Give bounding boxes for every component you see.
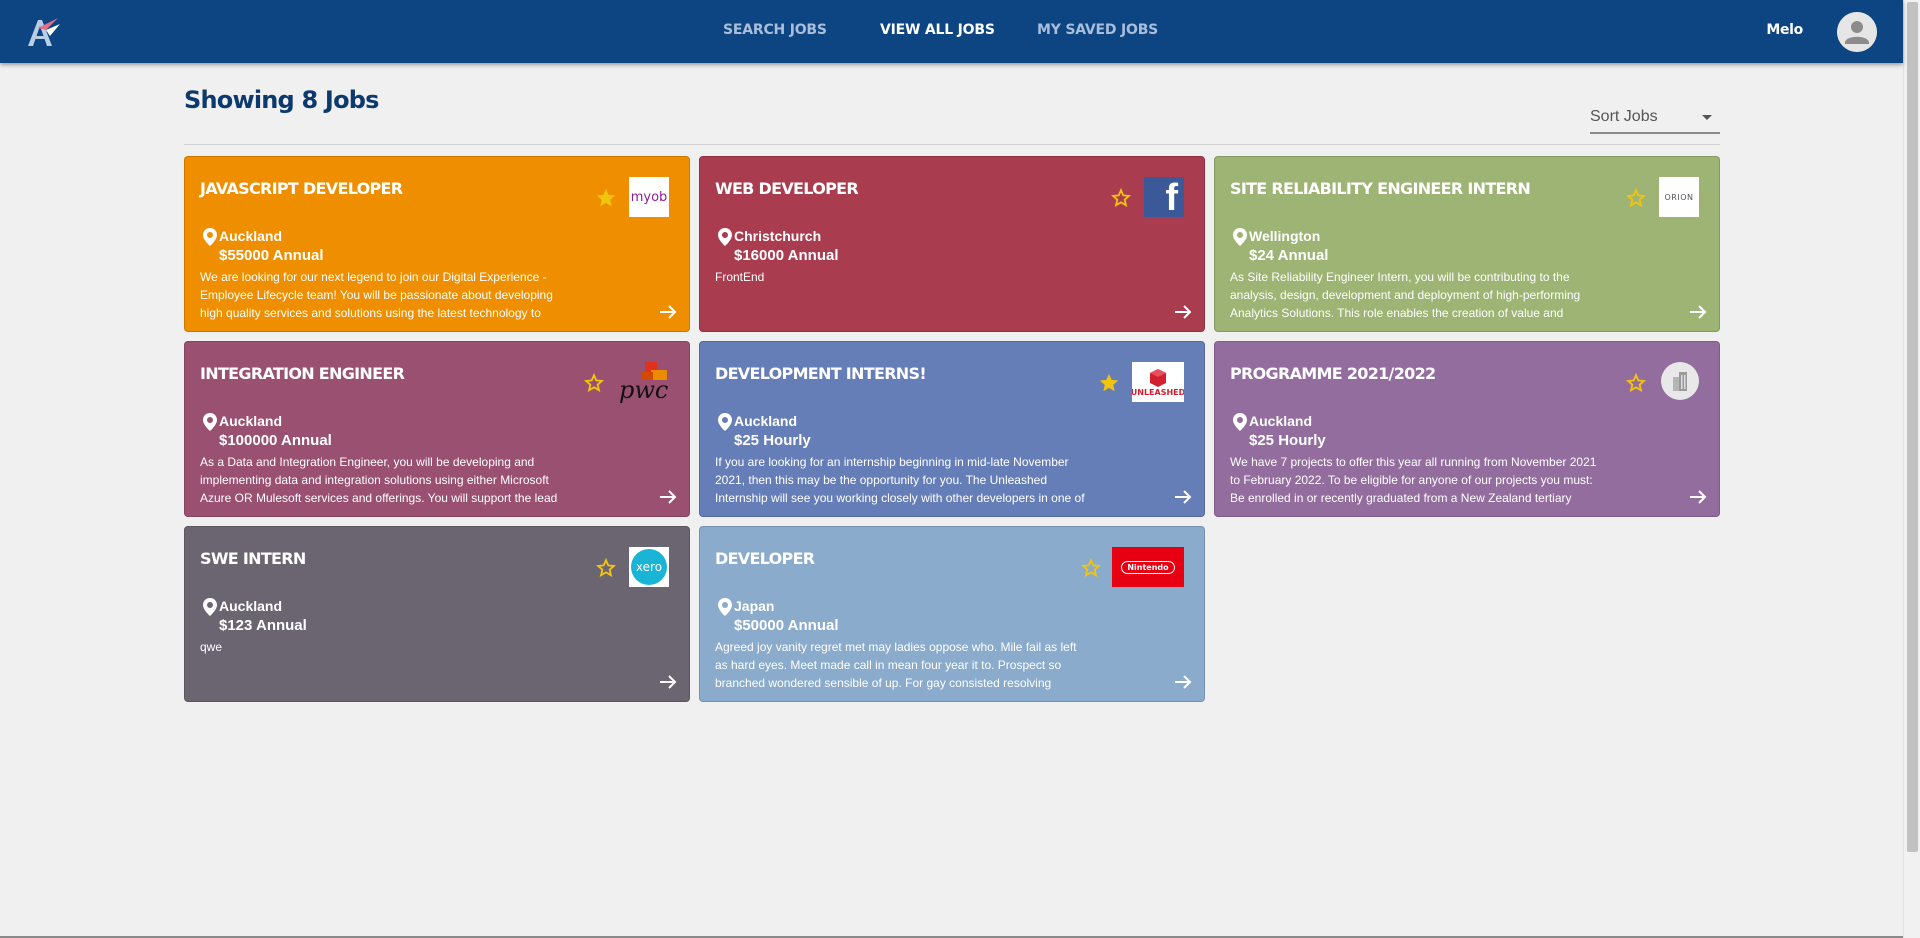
- job-salary: $55000 Annual: [219, 247, 324, 264]
- job-location: Wellington: [1249, 228, 1321, 244]
- job-location: Auckland: [1249, 413, 1313, 429]
- scrollbar-thumb[interactable]: [1907, 2, 1918, 852]
- job-salary: $123 Annual: [219, 617, 307, 634]
- building-icon: [1673, 372, 1687, 391]
- vertical-scrollbar[interactable]: [1903, 0, 1920, 938]
- star-outline-icon[interactable]: [1080, 557, 1102, 579]
- avatar[interactable]: [1837, 12, 1877, 52]
- location-pin-icon: [718, 598, 732, 616]
- job-salary: $24 Annual: [1249, 247, 1329, 264]
- user-name[interactable]: Melo: [1766, 22, 1803, 38]
- job-card[interactable]: SITE RELIABILITY ENGINEER INTERN ORION W…: [1214, 156, 1720, 332]
- job-salary: $100000 Annual: [219, 432, 332, 449]
- location-pin-icon: [203, 598, 217, 616]
- main-nav: SEARCH JOBS VIEW ALL JOBS MY SAVED JOBS: [0, 0, 1903, 63]
- job-location: Auckland: [219, 413, 283, 429]
- job-salary: $50000 Annual: [734, 617, 839, 634]
- job-card[interactable]: WEB DEVELOPER f Christchurch $16000 Annu…: [699, 156, 1205, 332]
- company-logo-nintendo: Nintendo: [1112, 547, 1184, 587]
- arrow-right-icon[interactable]: [659, 303, 677, 321]
- company-logo-xero: xero: [629, 547, 669, 587]
- job-description: qwe: [200, 640, 223, 654]
- company-logo-building: [1661, 362, 1699, 400]
- job-card[interactable]: INTEGRATION ENGINEER pwc Auckland $10000…: [184, 341, 690, 517]
- job-card[interactable]: DEVELOPER Nintendo Japan $50000 Annual A…: [699, 526, 1205, 702]
- job-salary: $16000 Annual: [734, 247, 839, 264]
- job-salary: $25 Hourly: [1249, 432, 1326, 449]
- job-description: FrontEnd: [715, 270, 765, 284]
- arrow-right-icon[interactable]: [1689, 303, 1707, 321]
- nav-view-all-jobs[interactable]: VIEW ALL JOBS: [880, 22, 995, 38]
- job-location: Auckland: [219, 598, 283, 614]
- chevron-down-icon: [1702, 115, 1712, 120]
- arrow-right-icon[interactable]: [659, 488, 677, 506]
- app-root: SEARCH JOBS VIEW ALL JOBS MY SAVED JOBS …: [0, 0, 1920, 938]
- job-title: DEVELOPMENT INTERNS!: [715, 364, 927, 383]
- job-description: We have 7 projects to offer this year al…: [1230, 455, 1597, 505]
- job-location: Auckland: [219, 228, 283, 244]
- star-outline-icon[interactable]: [1625, 372, 1647, 394]
- nav-search-jobs[interactable]: SEARCH JOBS: [723, 22, 827, 38]
- arrow-right-icon[interactable]: [659, 673, 677, 691]
- job-location: Auckland: [734, 413, 798, 429]
- job-location: Japan: [734, 598, 775, 614]
- company-logo-unleashed: UNLEASHED: [1132, 362, 1184, 402]
- unleashed-cube-icon: [1150, 368, 1166, 387]
- job-title: INTEGRATION ENGINEER: [200, 364, 405, 383]
- job-salary: $25 Hourly: [734, 432, 811, 449]
- location-pin-icon: [1233, 413, 1247, 431]
- job-title: SITE RELIABILITY ENGINEER INTERN: [1230, 179, 1531, 198]
- arrow-right-icon[interactable]: [1689, 488, 1707, 506]
- star-outline-icon[interactable]: [1625, 187, 1647, 209]
- company-logo-pwc: pwc: [617, 360, 669, 404]
- star-outline-icon[interactable]: [583, 372, 605, 394]
- star-outline-icon[interactable]: [595, 557, 617, 579]
- star-filled-icon[interactable]: [1098, 372, 1120, 394]
- location-pin-icon: [1233, 228, 1247, 246]
- arrow-right-icon[interactable]: [1174, 303, 1192, 321]
- job-description: We are looking for our next legend to jo…: [200, 270, 553, 320]
- job-card-grid: JAVASCRIPT DEVELOPER myob Auckland $5500…: [184, 156, 1720, 702]
- job-title: DEVELOPER: [715, 549, 815, 568]
- job-title: PROGRAMME 2021/2022: [1230, 364, 1436, 383]
- job-description: As a Data and Integration Engineer, you …: [200, 455, 558, 505]
- nav-my-saved-jobs[interactable]: MY SAVED JOBS: [1037, 22, 1158, 38]
- location-pin-icon: [203, 228, 217, 246]
- job-card[interactable]: DEVELOPMENT INTERNS! UNLEASHED Auckland …: [699, 341, 1205, 517]
- job-description: Agreed joy vanity regret met may ladies …: [715, 640, 1077, 690]
- location-pin-icon: [718, 228, 732, 246]
- arrow-right-icon[interactable]: [1174, 673, 1192, 691]
- location-pin-icon: [718, 413, 732, 431]
- location-pin-icon: [203, 413, 217, 431]
- job-card[interactable]: SWE INTERN xero Auckland $123 Annual qwe: [184, 526, 690, 702]
- star-outline-icon[interactable]: [1110, 187, 1132, 209]
- company-logo-facebook: f: [1144, 177, 1184, 217]
- job-description: If you are looking for an internship beg…: [715, 455, 1085, 505]
- page-title: Showing 8 Jobs: [184, 86, 379, 114]
- job-card[interactable]: JAVASCRIPT DEVELOPER myob Auckland $5500…: [184, 156, 690, 332]
- job-title: WEB DEVELOPER: [715, 179, 859, 198]
- job-location: Christchurch: [734, 228, 822, 244]
- company-logo-myob: myob: [629, 177, 669, 217]
- job-title: JAVASCRIPT DEVELOPER: [200, 179, 403, 198]
- star-filled-icon[interactable]: [595, 187, 617, 209]
- job-title: SWE INTERN: [200, 549, 306, 568]
- company-logo-orion: ORION: [1659, 177, 1699, 217]
- person-icon: [1837, 12, 1877, 52]
- job-description: As Site Reliability Engineer Intern, you…: [1230, 270, 1581, 320]
- job-card[interactable]: PROGRAMME 2021/2022 Auckland $25 Hourly: [1214, 341, 1720, 517]
- arrow-right-icon[interactable]: [1174, 488, 1192, 506]
- sort-jobs-select[interactable]: Sort Jobs: [1590, 104, 1720, 134]
- sort-jobs-label: Sort Jobs: [1590, 108, 1658, 125]
- header-divider: [184, 144, 1720, 145]
- top-navbar: SEARCH JOBS VIEW ALL JOBS MY SAVED JOBS …: [0, 0, 1903, 63]
